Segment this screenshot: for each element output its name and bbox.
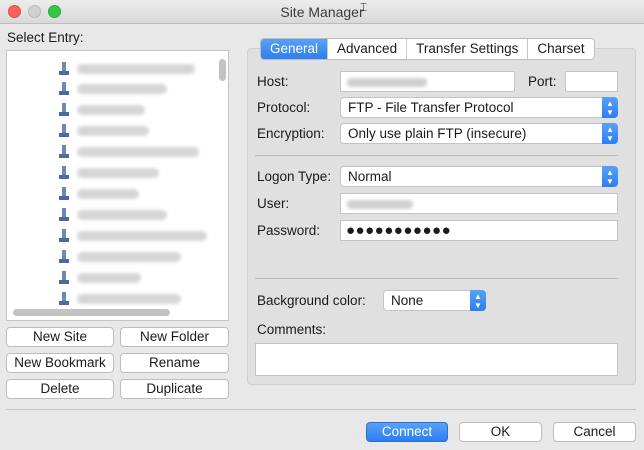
site-tree[interactable] <box>6 50 229 321</box>
select-entry-label: Select Entry: <box>7 30 84 45</box>
footer-divider <box>6 409 636 410</box>
background-color-value: None <box>391 293 424 308</box>
encryption-value: Only use plain FTP (insecure) <box>348 126 527 141</box>
encryption-select[interactable]: Only use plain FTP (insecure) ▲ ▼ <box>340 123 618 144</box>
up-down-chevron-icon: ▲ ▼ <box>602 97 618 118</box>
new-site-button[interactable]: New Site <box>6 327 114 347</box>
tree-item[interactable] <box>59 100 145 120</box>
comments-textarea[interactable] <box>255 343 618 376</box>
user-value-redacted <box>347 200 413 209</box>
tree-item[interactable] <box>59 121 149 141</box>
logon-type-select[interactable]: Normal ▲ ▼ <box>340 166 618 187</box>
divider <box>255 155 618 156</box>
logon-type-value: Normal <box>348 169 392 184</box>
protocol-select[interactable]: FTP - File Transfer Protocol ▲ ▼ <box>340 97 618 118</box>
up-down-chevron-icon: ▲ ▼ <box>602 123 618 144</box>
title-bar: Site Manager <box>0 0 644 24</box>
cancel-button[interactable]: Cancel <box>553 422 636 442</box>
protocol-value: FTP - File Transfer Protocol <box>348 100 514 115</box>
tree-item[interactable] <box>59 289 181 309</box>
tab-bar: General Advanced Transfer Settings Chars… <box>260 38 595 60</box>
port-input[interactable] <box>565 71 618 92</box>
site-server-icon <box>59 208 69 222</box>
up-down-chevron-icon: ▲ ▼ <box>470 290 486 311</box>
tree-item-label <box>77 126 149 136</box>
site-server-icon <box>59 82 69 96</box>
tree-item[interactable] <box>59 59 195 79</box>
password-label: Password: <box>257 223 321 238</box>
divider <box>255 278 618 279</box>
encryption-label: Encryption: <box>257 126 325 141</box>
user-label: User: <box>257 196 290 211</box>
tab-general[interactable]: General <box>261 39 329 59</box>
tree-item[interactable] <box>59 247 181 267</box>
site-server-icon <box>59 103 69 117</box>
tree-item-label <box>77 168 159 178</box>
site-server-icon <box>59 62 69 76</box>
tree-item[interactable] <box>59 226 207 246</box>
tree-item[interactable] <box>59 79 167 99</box>
tree-item[interactable] <box>59 163 159 183</box>
tree-item-label <box>77 147 199 157</box>
tab-advanced[interactable]: Advanced <box>328 39 408 59</box>
tree-item[interactable] <box>59 142 199 162</box>
site-server-icon <box>59 166 69 180</box>
tree-item[interactable] <box>59 205 167 225</box>
password-input[interactable]: ●●●●●●●●●●● <box>340 220 618 241</box>
connect-button[interactable]: Connect <box>366 422 448 442</box>
tree-item-label <box>77 105 145 115</box>
ok-button[interactable]: OK <box>459 422 542 442</box>
tree-item-label <box>77 294 181 304</box>
tree-item-label <box>77 231 207 241</box>
site-server-icon <box>59 145 69 159</box>
up-down-chevron-icon: ▲ ▼ <box>602 166 618 187</box>
window-title: Site Manager <box>280 4 364 20</box>
background-color-select[interactable]: None ▲ ▼ <box>383 290 486 311</box>
host-input[interactable] <box>340 71 515 92</box>
tree-item-label <box>77 189 139 199</box>
tree-item-label <box>77 273 141 283</box>
new-bookmark-button[interactable]: New Bookmark <box>6 353 114 373</box>
comments-label: Comments: <box>257 322 327 337</box>
tree-item-label <box>77 252 181 262</box>
tab-charset[interactable]: Charset <box>528 39 593 59</box>
mouse-cursor-icon: ⌶ <box>360 0 368 14</box>
new-folder-button[interactable]: New Folder <box>120 327 229 347</box>
site-server-icon <box>59 250 69 264</box>
site-server-icon <box>59 187 69 201</box>
protocol-label: Protocol: <box>257 100 311 115</box>
site-server-icon <box>59 292 69 306</box>
host-value-redacted <box>347 78 427 87</box>
password-value: ●●●●●●●●●●● <box>346 222 452 239</box>
site-server-icon <box>59 271 69 285</box>
user-input[interactable] <box>340 193 618 214</box>
tab-transfer-settings[interactable]: Transfer Settings <box>407 39 529 59</box>
tree-horizontal-scrollbar[interactable] <box>13 309 170 316</box>
logon-type-label: Logon Type: <box>257 169 332 184</box>
tree-vertical-scrollbar[interactable] <box>219 59 226 81</box>
host-label: Host: <box>257 74 289 89</box>
tree-item-label <box>77 210 167 220</box>
tree-item[interactable] <box>59 268 141 288</box>
tree-item-label <box>77 84 167 94</box>
tree-item[interactable] <box>59 184 139 204</box>
tree-item-label <box>77 64 195 74</box>
site-server-icon <box>59 229 69 243</box>
background-color-label: Background color: <box>257 293 366 308</box>
site-server-icon <box>59 124 69 138</box>
delete-button[interactable]: Delete <box>6 379 114 399</box>
duplicate-button[interactable]: Duplicate <box>120 379 229 399</box>
rename-button[interactable]: Rename <box>120 353 229 373</box>
port-label: Port: <box>528 74 557 89</box>
